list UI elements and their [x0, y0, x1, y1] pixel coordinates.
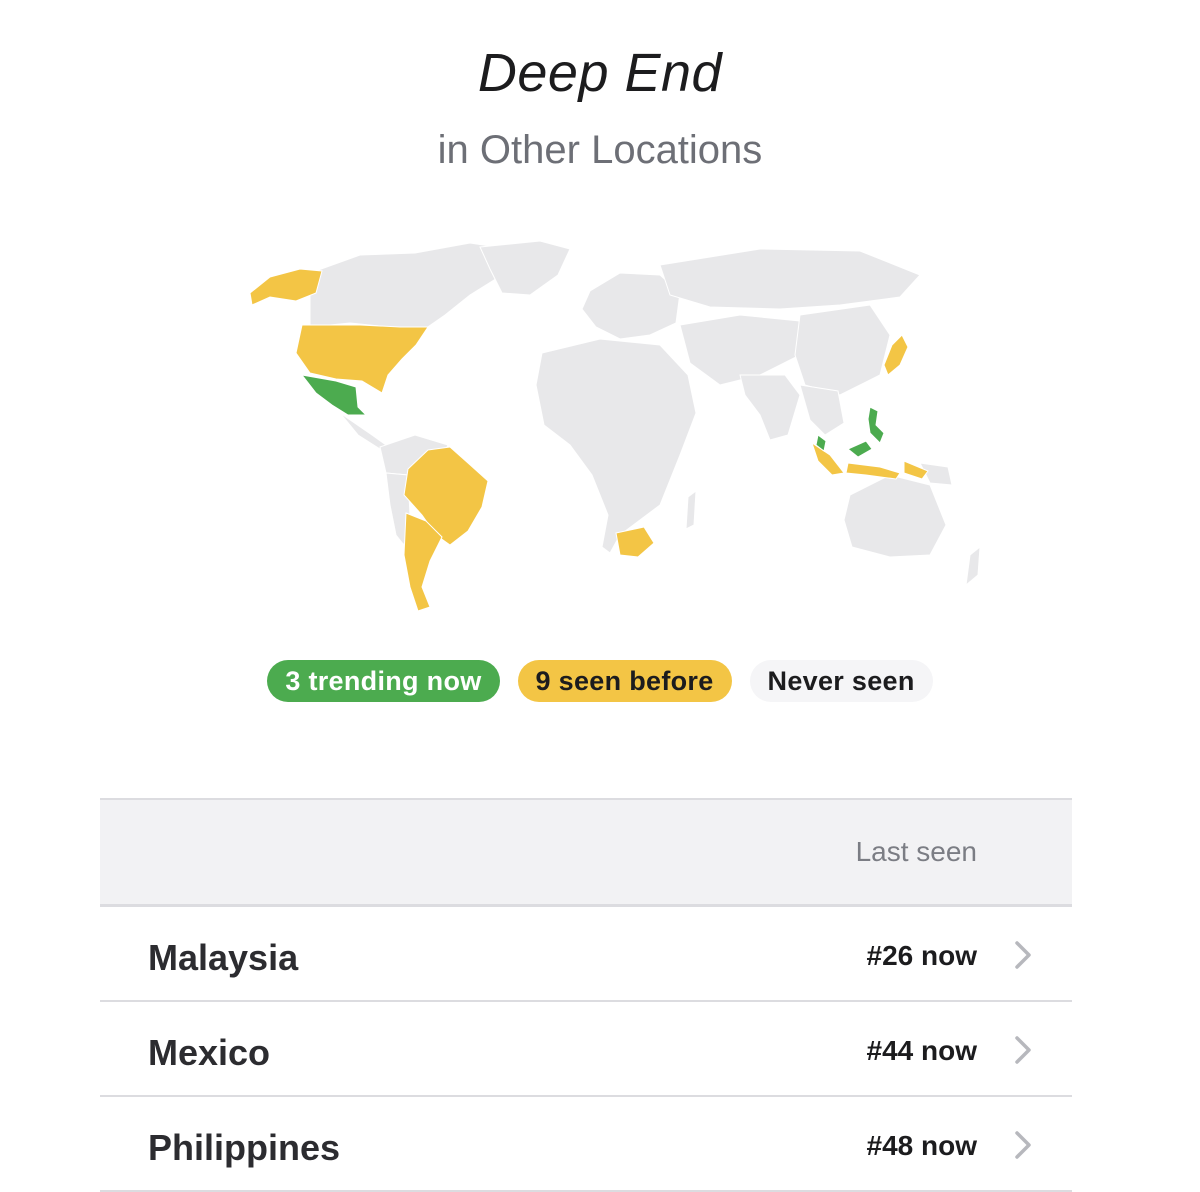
country-malaysia-borneo — [847, 440, 873, 458]
region-east-asia — [794, 304, 891, 396]
last-seen-rank: #44 now — [866, 1035, 977, 1066]
country-name: Malaysia — [148, 937, 299, 978]
world-map — [249, 240, 981, 612]
locations-table: Last seen Malaysia #26 now Mexico #44 no… — [100, 798, 1072, 1192]
country-new-zealand — [965, 545, 981, 587]
country-greenland — [479, 240, 571, 296]
table-row[interactable]: Philippines #48 now — [100, 1097, 1072, 1192]
chevron-right-icon — [1015, 941, 1031, 969]
table-header: Last seen — [100, 798, 1072, 907]
country-indonesia — [811, 441, 845, 476]
chevron-right-icon — [1015, 1131, 1031, 1159]
country-indonesia-2 — [845, 462, 901, 480]
country-russia — [659, 248, 921, 310]
last-seen-rank: #26 now — [866, 940, 977, 971]
country-philippines — [867, 406, 885, 444]
trending-now-badge: 3 trending now — [267, 660, 500, 702]
country-canada — [309, 242, 511, 332]
chevron-right-icon — [1015, 1036, 1031, 1064]
region-europe — [581, 272, 681, 340]
page-subtitle: in Other Locations — [437, 128, 763, 172]
last-seen-rank: #48 now — [866, 1130, 977, 1161]
country-south-africa — [615, 526, 655, 558]
country-madagascar — [685, 489, 697, 530]
country-name: Philippines — [148, 1127, 341, 1168]
region-central-america — [339, 412, 387, 450]
map-legend: 3 trending now 9 seen before Never seen — [0, 660, 1200, 702]
region-south-asia — [739, 374, 801, 441]
never-seen-badge: Never seen — [749, 660, 933, 702]
table-row[interactable]: Malaysia #26 now — [100, 907, 1072, 1002]
table-row[interactable]: Mexico #44 now — [100, 1002, 1072, 1097]
region-africa — [535, 338, 697, 554]
region-indochina — [799, 384, 845, 436]
last-seen-column-header: Last seen — [855, 836, 977, 867]
country-australia — [843, 474, 947, 558]
song-title: Deep End — [477, 43, 723, 103]
country-name: Mexico — [148, 1032, 271, 1073]
seen-before-badge: 9 seen before — [517, 660, 732, 702]
